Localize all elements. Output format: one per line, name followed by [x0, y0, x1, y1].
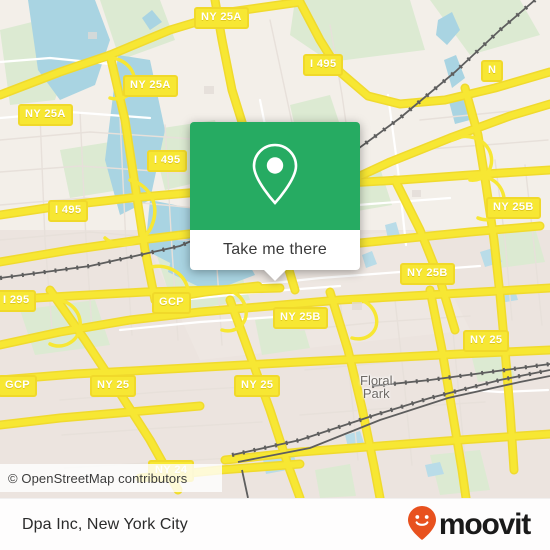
road-shield: NY 25A: [123, 75, 178, 97]
road-shield: NY 25B: [273, 307, 328, 329]
popup-pointer-tip: [263, 269, 287, 281]
road-shield: I 495: [303, 54, 344, 76]
road-shield: I 495: [147, 150, 188, 172]
road-shield: N: [481, 60, 504, 82]
location-title: Dpa Inc, New York City: [22, 516, 188, 533]
location-popup-card[interactable]: Take me there: [190, 122, 360, 281]
road-shield: NY 25: [90, 375, 137, 397]
road-shield: NY 25A: [194, 7, 249, 29]
moovit-logo[interactable]: moovit: [407, 505, 550, 546]
osm-attribution-bar: © OpenStreetMap contributors: [0, 464, 222, 492]
road-shield: GCP: [152, 292, 192, 314]
road-shield: NY 25B: [486, 197, 541, 219]
moovit-smiling-pin-icon: [407, 505, 437, 546]
map-pin-icon: [248, 141, 302, 212]
osm-attribution-text: © OpenStreetMap contributors: [8, 470, 188, 486]
road-shield: GCP: [0, 375, 38, 397]
moovit-wordmark: moovit: [438, 508, 531, 541]
road-shield: NY 25B: [400, 263, 455, 285]
footer-bar: Dpa Inc, New York City moovit: [0, 498, 550, 550]
road-shield: NY 25A: [18, 104, 73, 126]
road-shield: NY 25: [234, 375, 281, 397]
take-me-there-label: Take me there: [223, 241, 327, 258]
map-screenshot: .hw { stroke:#f7e733; fill:none; stroke-…: [0, 0, 550, 550]
road-shield: I 295: [0, 290, 37, 312]
road-shield: NY 25: [463, 330, 510, 352]
popup-action-row[interactable]: Take me there: [190, 230, 360, 281]
place-label: Floral Park: [360, 373, 393, 401]
popup-header: [190, 122, 360, 230]
road-shield: I 495: [48, 200, 89, 222]
